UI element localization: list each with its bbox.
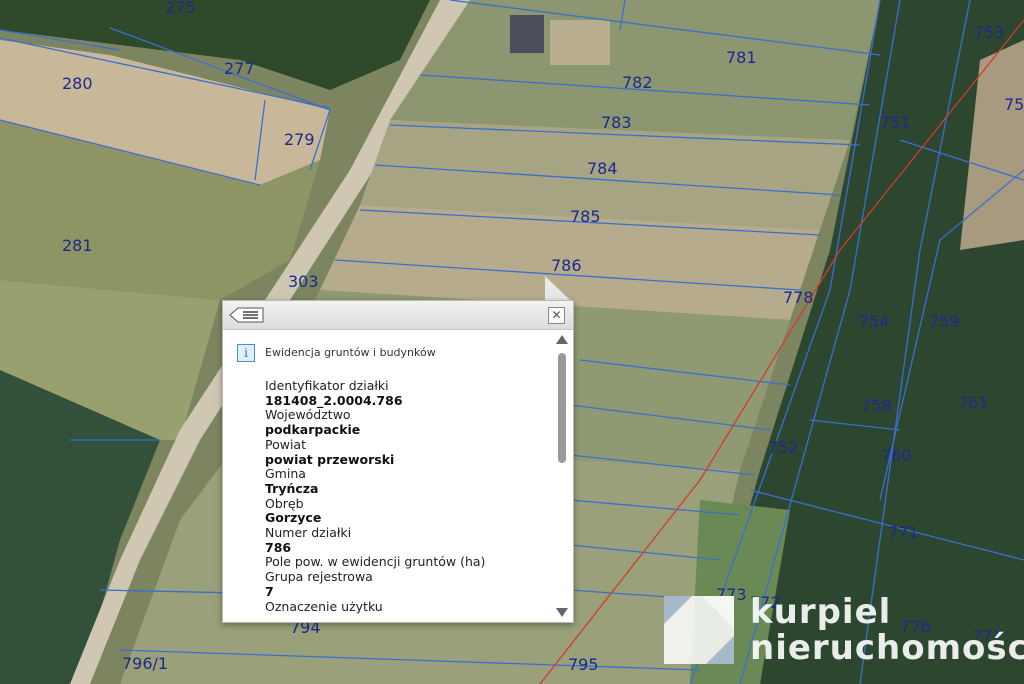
parcel-label: 281 [62, 236, 93, 255]
parcel-label: 761 [958, 393, 989, 412]
popup-content[interactable]: i Ewidencja gruntów i budynków Identyfik… [223, 330, 553, 621]
parcel-label: 752 [768, 438, 799, 457]
field-label: Oznaczenie użytku [265, 598, 383, 614]
watermark-text: kurpiel nieruchomości [750, 594, 1024, 666]
parcel-label: 796/1 [122, 654, 168, 673]
attribute-list: Identyfikator działki 181408_2.0004.786 … [265, 378, 550, 614]
section-title: Ewidencja gruntów i budynków [265, 346, 436, 359]
popup-pointer [545, 276, 571, 301]
watermark-line2: nieruchomości [750, 628, 1024, 668]
popup-scrollbar[interactable] [556, 335, 568, 617]
parcel-label: 279 [284, 130, 315, 149]
field-value: podkarpackie [265, 422, 361, 438]
field-label: Obręb [265, 495, 304, 511]
parcel-label: 753 [974, 23, 1005, 42]
field-label: Numer działki [265, 525, 352, 541]
logo-icon [664, 596, 734, 664]
field-label: Województwo [265, 407, 351, 423]
parcel-label: 782 [622, 73, 653, 92]
parcel-label: 759 [929, 312, 960, 331]
field-label: Identyfikator działki [265, 378, 389, 393]
popup-header: ✕ [223, 301, 573, 330]
parcel-label: 758 [861, 396, 892, 415]
info-icon: i [237, 344, 255, 362]
field-value: 7 [265, 583, 274, 599]
parcel-label: 751 [880, 113, 911, 132]
field-label: Powiat [265, 436, 306, 452]
parcel-label: 783 [601, 113, 632, 132]
scroll-up-icon[interactable] [556, 335, 568, 344]
parcel-label: 784 [587, 159, 618, 178]
field-value: Tryńcza [265, 480, 319, 496]
parcel-label: 785 [570, 207, 601, 226]
scroll-down-icon[interactable] [556, 608, 568, 617]
field-value: 181408_2.0004.786 [265, 392, 403, 408]
parcel-label: 277 [224, 59, 255, 78]
parcel-label: 760 [881, 446, 912, 465]
parcel-label: 275 [165, 0, 196, 17]
parcel-label: 280 [62, 74, 93, 93]
field-value: Gorzyce [265, 510, 322, 526]
field-value: powiat przeworski [265, 451, 395, 467]
parcel-label: 781 [726, 48, 757, 67]
parcel-label: 778 [783, 288, 814, 307]
parcel-label: 75 [1004, 95, 1024, 114]
parcel-label: 303 [288, 272, 319, 291]
watermark-line1: kurpiel [750, 592, 892, 632]
scroll-thumb[interactable] [558, 353, 566, 463]
parcel-label: 786 [551, 256, 582, 275]
parcel-label: 795 [568, 655, 599, 674]
list-icon [229, 307, 264, 323]
close-button[interactable]: ✕ [548, 307, 565, 324]
field-label: Pole pow. w ewidencji gruntów (ha) [265, 554, 486, 570]
field-label: Gmina [265, 466, 306, 482]
field-label: Grupa rejestrowa [265, 569, 373, 585]
parcel-label: 754 [859, 312, 890, 331]
list-view-button[interactable] [229, 306, 265, 324]
parcel-label: 771 [888, 523, 919, 542]
watermark: kurpiel nieruchomości [662, 592, 1024, 667]
field-value: 786 [265, 539, 292, 555]
close-icon: ✕ [551, 308, 562, 322]
feature-info-popup: ✕ i Ewidencja gruntów i budynków Identyf… [222, 300, 574, 623]
